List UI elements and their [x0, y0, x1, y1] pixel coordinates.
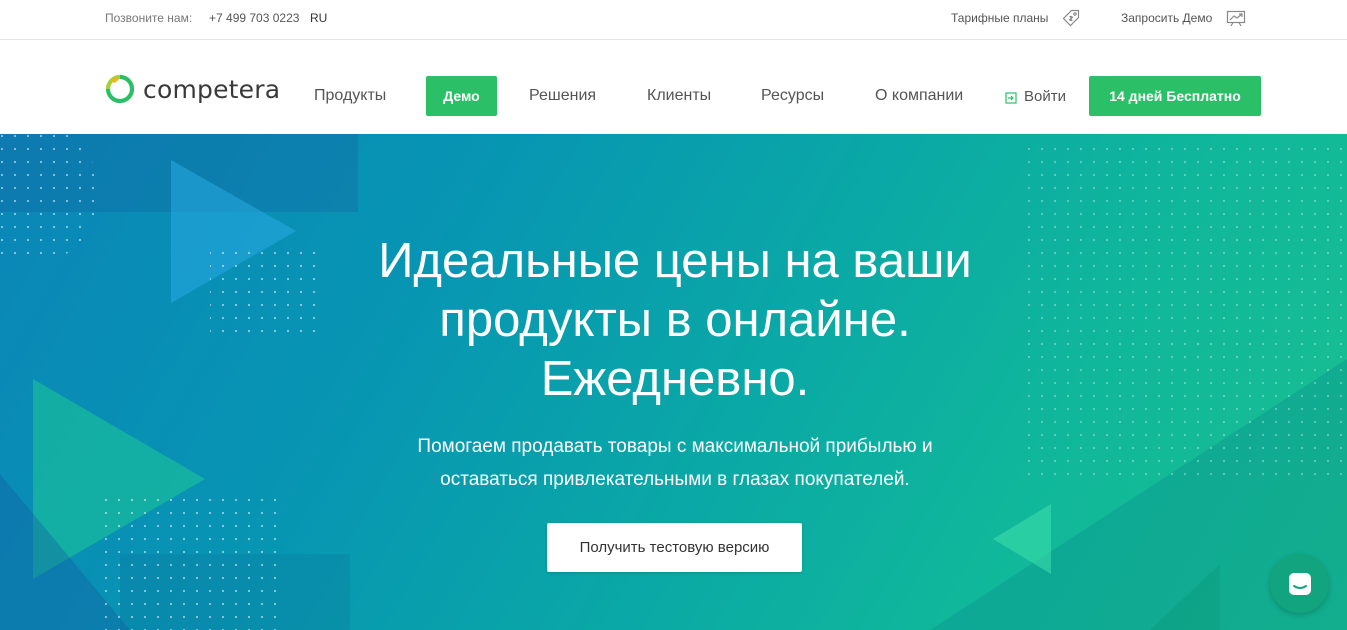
pricing-plans-link[interactable]: Тарифные планы — [951, 11, 1048, 25]
phone-number-link[interactable]: +7 499 703 0223 — [209, 11, 299, 25]
hero-subtitle: Помогаем продавать товары с максимальной… — [350, 430, 1000, 496]
login-link[interactable]: Войти — [1005, 88, 1066, 105]
request-demo-link[interactable]: Запросить Демо — [1121, 11, 1212, 25]
free-trial-button[interactable]: 14 дней Бесплатно — [1089, 76, 1261, 116]
hero-subtitle-line-2: оставаться привлекательными в глазах пок… — [440, 469, 910, 490]
nav-resources[interactable]: Ресурсы — [761, 87, 824, 105]
hero-section: Идеальные цены на ваши продукты в онлайн… — [0, 134, 1347, 630]
hero-title-line-3: Ежедневно. — [540, 352, 810, 406]
nav-demo-button[interactable]: Демо — [426, 76, 497, 116]
hero-subtitle-line-1: Помогаем продавать товары с максимальной… — [417, 436, 933, 457]
competera-logo[interactable]: competera — [105, 74, 280, 104]
chat-launcher-button[interactable] — [1270, 554, 1329, 613]
price-tag-icon[interactable] — [1062, 9, 1080, 27]
nav-solutions[interactable]: Решения — [529, 87, 596, 105]
competera-logo-icon — [105, 74, 135, 104]
logo-text: competera — [143, 74, 281, 104]
get-trial-version-button[interactable]: Получить тестовую версию — [547, 523, 802, 572]
nav-clients[interactable]: Клиенты — [647, 87, 711, 105]
nav-products[interactable]: Продукты — [314, 87, 386, 105]
sign-in-icon — [1005, 91, 1017, 104]
top-utility-bar: Позвоните нам: +7 499 703 0223 RU Тарифн… — [0, 0, 1347, 40]
main-navbar: competera Продукты Демо Решения Клиенты … — [0, 40, 1347, 134]
chart-presentation-icon[interactable] — [1226, 9, 1246, 27]
hero-title-line-1: Идеальные цены на ваши — [378, 234, 972, 288]
phone-label: Позвоните нам: — [105, 11, 193, 25]
nav-about[interactable]: О компании — [875, 87, 963, 105]
hero-title: Идеальные цены на ваши продукты в онлайн… — [300, 232, 1050, 409]
language-switcher[interactable]: RU — [310, 11, 327, 25]
hero-title-line-2: продукты в онлайне. — [439, 293, 911, 347]
chat-icon — [1288, 572, 1311, 595]
login-label: Войти — [1024, 88, 1066, 105]
